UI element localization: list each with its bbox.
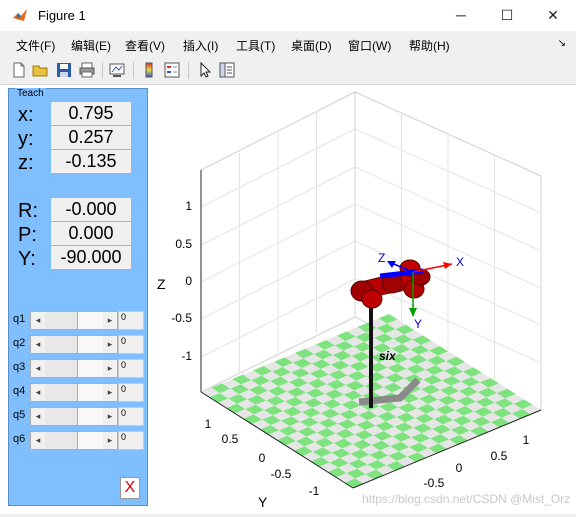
slider-right-arrow-icon[interactable]: ▸ (103, 408, 117, 425)
joint-label: q5 (13, 409, 26, 421)
slider-left-arrow-icon[interactable]: ◂ (31, 336, 45, 353)
menu-dock-arrow-icon[interactable]: ↘ (558, 38, 566, 49)
joint-value-field[interactable]: 0 (118, 359, 144, 378)
joint-value-field[interactable]: 0 (118, 383, 144, 402)
window-title: Figure 1 (38, 8, 86, 23)
y-tick-label: -0.5 (271, 467, 292, 481)
joint-label: q6 (13, 433, 26, 445)
z-tick-label: 0 (185, 274, 192, 288)
z-axis-label: Z (157, 276, 166, 292)
menu-tools[interactable]: 工具(T) (236, 37, 275, 54)
y-tick-label: 0.5 (222, 432, 239, 446)
x-label: x: (18, 104, 34, 126)
z-tick-label: 1 (185, 199, 192, 213)
slider-right-arrow-icon[interactable]: ▸ (103, 360, 117, 377)
slider-right-arrow-icon[interactable]: ▸ (103, 432, 117, 449)
y-tick-label: 0 (259, 451, 266, 465)
roll-label: R: (18, 200, 38, 222)
joint-slider[interactable]: ◂ ▸ (30, 335, 118, 354)
joint-label: q4 (13, 385, 26, 397)
pitch-label: P: (18, 224, 37, 246)
slider-right-arrow-icon[interactable]: ▸ (103, 312, 117, 329)
x-tick-label: 0.5 (491, 449, 508, 463)
y-axis-label: Y (258, 494, 268, 510)
save-icon[interactable] (55, 61, 73, 79)
slider-left-arrow-icon[interactable]: ◂ (31, 432, 45, 449)
frame-z-label: Z (378, 251, 385, 265)
print-icon[interactable] (78, 61, 96, 79)
joint-value-field[interactable]: 0 (118, 407, 144, 426)
menu-desktop[interactable]: 桌面(D) (291, 37, 332, 54)
menu-file[interactable]: 文件(F) (16, 37, 55, 54)
matlab-icon (12, 7, 28, 23)
z-tick-label: 0.5 (175, 237, 192, 251)
menu-help[interactable]: 帮助(H) (409, 37, 450, 54)
frame-y-label: Y (414, 317, 422, 331)
slider-left-arrow-icon[interactable]: ◂ (31, 408, 45, 425)
slider-left-arrow-icon[interactable]: ◂ (31, 312, 45, 329)
z-label: z: (18, 152, 34, 174)
close-teach-button[interactable]: X (120, 477, 140, 499)
title-bar: Figure 1 ─ ☐ ✕ (0, 0, 576, 31)
z-tick-labels: 1 0.5 0 -0.5 -1 (171, 199, 192, 363)
yaw-value: -90.000 (51, 246, 131, 269)
joint-slider[interactable]: ◂ ▸ (30, 359, 118, 378)
robot-name-label: six (379, 349, 397, 363)
toolbar-separator (102, 62, 103, 79)
yaw-label: Y: (18, 248, 36, 270)
minimize-button[interactable]: ─ (438, 0, 484, 31)
x-value: 0.795 (51, 102, 131, 125)
link-plot-icon[interactable] (108, 61, 126, 79)
frame-x-label: X (456, 255, 464, 269)
z-value: -0.135 (51, 150, 131, 173)
teach-panel-title: Teach (15, 88, 46, 99)
menu-view[interactable]: 查看(V) (125, 37, 165, 54)
toolbar-separator (133, 62, 134, 79)
z-tick-label: -1 (181, 349, 192, 363)
joint-value-field[interactable]: 0 (118, 335, 144, 354)
joint-label: q2 (13, 337, 26, 349)
pitch-value: 0.000 (51, 222, 131, 245)
insert-colorbar-icon[interactable] (140, 61, 158, 79)
teach-panel: Teach x: 0.795 y: 0.257 z: -0.135 R: -0.… (8, 88, 148, 506)
y-tick-label: 1 (205, 417, 212, 431)
maximize-button[interactable]: ☐ (484, 0, 530, 31)
x-tick-label: -0.5 (424, 476, 445, 490)
robot-joint (361, 289, 383, 309)
close-window-button[interactable]: ✕ (530, 0, 576, 31)
property-inspector-icon[interactable] (218, 61, 236, 79)
menu-insert[interactable]: 插入(I) (183, 37, 218, 54)
joint-slider[interactable]: ◂ ▸ (30, 383, 118, 402)
joint-slider[interactable]: ◂ ▸ (30, 431, 118, 450)
joint-label: q1 (13, 313, 26, 325)
open-file-icon[interactable] (32, 61, 50, 79)
edit-plot-arrow-icon[interactable] (196, 61, 214, 79)
y-value: 0.257 (51, 126, 131, 149)
menu-bar: 文件(F) 编辑(E) 查看(V) 插入(I) 工具(T) 桌面(D) 窗口(W… (0, 31, 576, 57)
joint-value-field[interactable]: 0 (118, 311, 144, 330)
menu-window[interactable]: 窗口(W) (348, 37, 391, 54)
menu-edit[interactable]: 编辑(E) (71, 37, 111, 54)
x-tick-label: 0 (456, 461, 463, 475)
slider-right-arrow-icon[interactable]: ▸ (103, 384, 117, 401)
slider-left-arrow-icon[interactable]: ◂ (31, 384, 45, 401)
watermark-text: https://blog.csdn.net/CSDN @Mist_Orz (362, 492, 570, 506)
joint-label: q3 (13, 361, 26, 373)
z-tick-label: -0.5 (171, 311, 192, 325)
slider-right-arrow-icon[interactable]: ▸ (103, 336, 117, 353)
new-figure-icon[interactable] (10, 61, 28, 79)
joint-slider[interactable]: ◂ ▸ (30, 311, 118, 330)
roll-value: -0.000 (51, 198, 131, 221)
joint-slider[interactable]: ◂ ▸ (30, 407, 118, 426)
slider-left-arrow-icon[interactable]: ◂ (31, 360, 45, 377)
y-label: y: (18, 128, 34, 150)
toolbar (0, 57, 576, 85)
toolbar-separator (188, 62, 189, 79)
x-tick-label: 1 (523, 433, 530, 447)
y-tick-label: -1 (309, 484, 320, 498)
insert-legend-icon[interactable] (163, 61, 181, 79)
joint-value-field[interactable]: 0 (118, 431, 144, 450)
